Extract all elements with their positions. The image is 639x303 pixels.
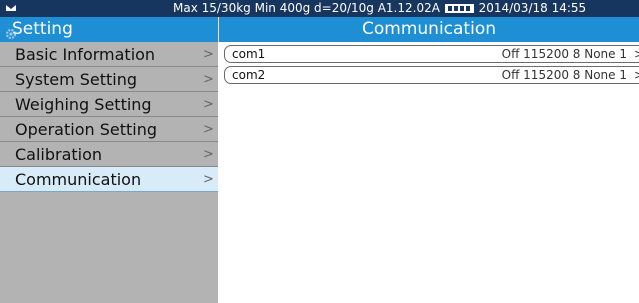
sidebar-item-label: System Setting xyxy=(15,70,138,89)
sidebar-item-label: Communication xyxy=(15,170,142,189)
chevron-right-icon: > xyxy=(633,47,639,61)
sidebar-title: Setting xyxy=(12,19,73,39)
chevron-right-icon: > xyxy=(203,172,214,187)
port-name: com2 xyxy=(232,68,266,82)
sidebar-item-weighing-setting[interactable]: Weighing Setting > xyxy=(0,92,218,117)
sidebar-item-communication[interactable]: Communication > xyxy=(0,167,218,192)
port-settings: Off 115200 8 None 1 xyxy=(501,68,627,82)
sidebar-item-system-setting[interactable]: System Setting > xyxy=(0,67,218,92)
chevron-right-icon: > xyxy=(203,122,214,137)
chevron-right-icon: > xyxy=(203,47,214,62)
scale-info-text: Max 15/30kg Min 400g d=20/10g A1.12.02A xyxy=(173,1,440,15)
battery-icon xyxy=(444,4,474,13)
sidebar-item-basic-information[interactable]: Basic Information > xyxy=(0,42,218,67)
sidebar-item-label: Basic Information xyxy=(15,45,156,64)
chevron-right-icon: > xyxy=(633,68,639,82)
port-name: com1 xyxy=(232,47,266,61)
sidebar-item-label: Weighing Setting xyxy=(15,95,152,114)
device-logo-icon xyxy=(6,5,16,11)
sidebar-item-label: Operation Setting xyxy=(15,120,157,139)
chevron-right-icon: > xyxy=(203,97,214,112)
port-settings: Off 115200 8 None 1 xyxy=(501,47,627,61)
sidebar-header: Setting xyxy=(0,17,218,42)
page-title: Communication xyxy=(218,17,639,42)
datetime-text: 2014/03/18 14:55 xyxy=(478,1,587,15)
chevron-right-icon: > xyxy=(203,72,214,87)
port-row-com1[interactable]: com1 Off 115200 8 None 1 > xyxy=(224,45,639,63)
sidebar-menu: Basic Information > System Setting > Wei… xyxy=(0,42,218,303)
status-bar: Max 15/30kg Min 400g d=20/10g A1.12.02A … xyxy=(0,0,639,17)
status-info: Max 15/30kg Min 400g d=20/10g A1.12.02A … xyxy=(173,0,586,17)
main-panel: com1 Off 115200 8 None 1 > com2 Off 1152… xyxy=(218,42,639,303)
sidebar-item-operation-setting[interactable]: Operation Setting > xyxy=(0,117,218,142)
sidebar-item-calibration[interactable]: Calibration > xyxy=(0,142,218,167)
chevron-right-icon: > xyxy=(203,147,214,162)
sidebar-item-label: Calibration xyxy=(15,145,103,164)
port-row-com2[interactable]: com2 Off 115200 8 None 1 > xyxy=(224,66,639,84)
